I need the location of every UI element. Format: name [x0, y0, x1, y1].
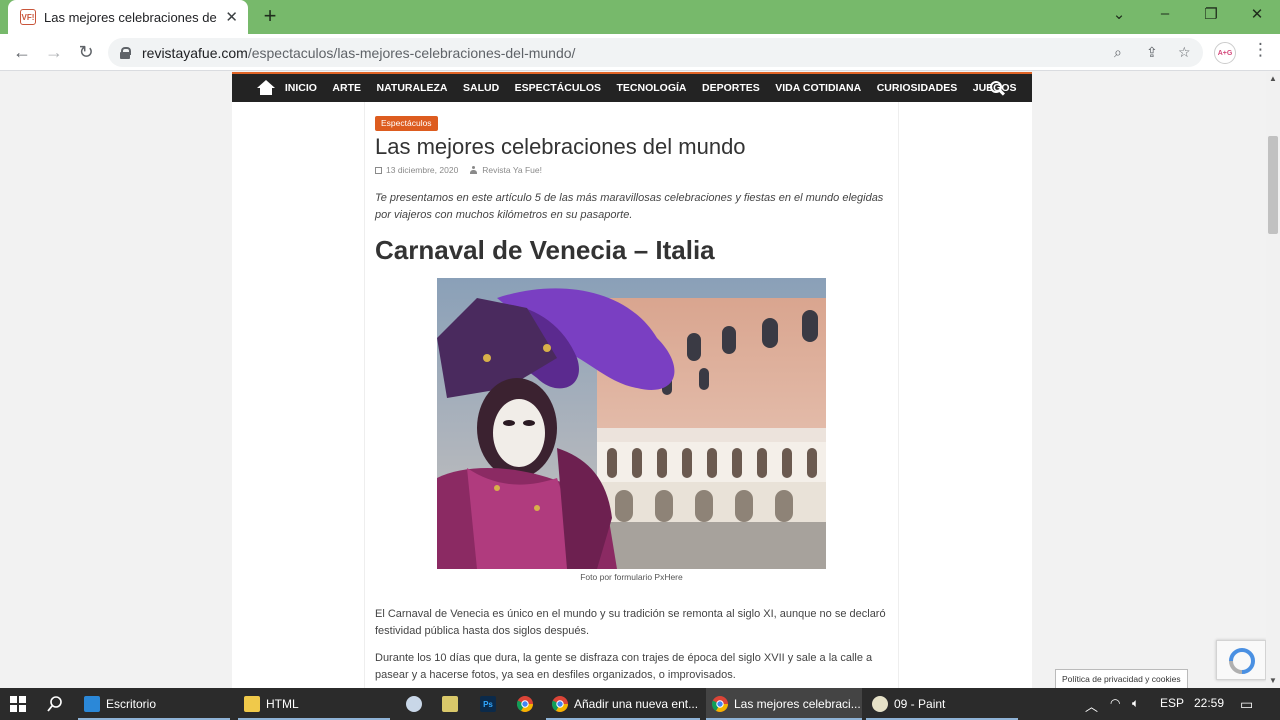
site-favicon-icon: VF!	[20, 9, 36, 25]
article-title: Las mejores celebraciones del mundo	[375, 134, 746, 159]
nav-item-vida-cotidiana[interactable]: VIDA COTIDIANA	[775, 82, 861, 94]
tab-title: Las mejores celebraciones del mu	[44, 9, 217, 25]
search-icon[interactable]	[47, 688, 63, 720]
app-icon-pinned[interactable]	[406, 688, 422, 720]
share-icon[interactable]: ⇪	[1146, 44, 1158, 61]
tray-chevron-icon[interactable]: ︿	[1085, 696, 1098, 715]
article-author[interactable]: Revista Ya Fue!	[482, 165, 542, 175]
nav-item-salud[interactable]: SALUD	[463, 82, 499, 94]
nav-item-deportes[interactable]: DEPORTES	[702, 82, 760, 94]
article-paragraph: El Carnaval de Venecia es único en el mu…	[375, 608, 886, 637]
section-heading: Carnaval de Venecia – Italia	[375, 235, 715, 265]
clock[interactable]: 22:59	[1194, 696, 1224, 710]
reload-icon[interactable]: ↻	[75, 41, 97, 63]
address-bar[interactable]: revistayafue.com/espectaculos/las-mejore…	[108, 38, 1203, 67]
bookmark-star-icon[interactable]: ☆	[1178, 44, 1191, 61]
nav-item-naturaleza[interactable]: NATURALEZA	[377, 82, 448, 94]
calendar-icon	[375, 166, 382, 174]
nav-item-espectaculos[interactable]: ESPECTÁCULOS	[515, 82, 601, 94]
nav-item-curiosidades[interactable]: CURIOSIDADES	[877, 82, 958, 94]
lock-icon[interactable]	[120, 46, 131, 59]
minimize-button[interactable]: –	[1153, 5, 1177, 22]
browser-menu-icon[interactable]: ⋮	[1252, 40, 1269, 60]
article-paragraph: Durante los 10 días que dura, la gente s…	[375, 652, 873, 681]
paint-icon	[872, 696, 888, 712]
taskbar-button-label: Añadir una nueva ent...	[574, 697, 699, 711]
article-date[interactable]: 13 diciembre, 2020	[386, 165, 458, 175]
chrome-icon[interactable]	[517, 688, 533, 720]
forward-arrow-icon[interactable]: →	[43, 41, 65, 63]
url-text[interactable]: revistayafue.com/espectaculos/las-mejore…	[142, 45, 575, 61]
photo-caption: Foto por formulario PxHere	[580, 572, 683, 582]
windows-taskbar: Escritorio HTML Ps Añadir una nueva ent.…	[0, 688, 1280, 720]
taskbar-button-label: Las mejores celebraci...	[734, 697, 861, 711]
browser-toolbar: ← → ↻ revistayafue.com/espectaculos/las-…	[0, 34, 1280, 71]
recaptcha-badge[interactable]	[1216, 640, 1266, 680]
article-meta: 13 diciembre, 2020 Revista Ya Fue!	[375, 165, 542, 175]
taskbar-button-label: 09 - Paint	[894, 697, 946, 711]
scroll-up-arrow-icon[interactable]: ▲	[1269, 74, 1277, 83]
user-icon	[470, 166, 478, 174]
taskbar-button-escritorio[interactable]: Escritorio	[78, 688, 230, 720]
browser-tab-active[interactable]: VF! Las mejores celebraciones del mu ✕	[8, 0, 248, 34]
home-icon[interactable]	[257, 80, 275, 96]
taskbar-button-chrome-window-2[interactable]: Las mejores celebraci...	[706, 688, 862, 720]
nav-item-arte[interactable]: ARTE	[332, 82, 361, 94]
nav-item-inicio[interactable]: INICIO	[285, 82, 317, 94]
new-tab-button[interactable]: +	[258, 5, 282, 29]
network-icon[interactable]: ◠	[1110, 696, 1120, 710]
taskbar-button-label: HTML	[266, 697, 299, 711]
article-intro: Te presentamos en este artículo 5 de las…	[375, 192, 884, 221]
site-navigation: INICIO ARTE NATURALEZA SALUD ESPECTÁCULO…	[232, 72, 1032, 102]
desktop-icon	[84, 696, 100, 712]
back-arrow-icon[interactable]: ←	[11, 41, 33, 63]
taskbar-button-html[interactable]: HTML	[238, 688, 390, 720]
category-badge[interactable]: Espectáculos	[375, 116, 438, 131]
browser-tabstrip: VF! Las mejores celebraciones del mu ✕ +…	[0, 0, 1280, 34]
privacy-cookies-button[interactable]: Política de privacidad y cookies	[1055, 669, 1188, 688]
chrome-icon	[712, 696, 728, 712]
chrome-icon	[552, 696, 568, 712]
volume-icon[interactable]: 🔈︎	[1132, 696, 1139, 711]
nav-item-tecnologia[interactable]: TECNOLOGÍA	[617, 82, 687, 94]
input-language[interactable]: ESP	[1160, 696, 1184, 710]
tab-close-icon[interactable]: ✕	[225, 8, 238, 26]
photoshop-icon[interactable]: Ps	[480, 688, 496, 720]
taskbar-button-chrome-window-1[interactable]: Añadir una nueva ent...	[546, 688, 700, 720]
taskbar-button-paint[interactable]: 09 - Paint	[866, 688, 1018, 720]
notifications-icon[interactable]: ▭	[1240, 696, 1253, 713]
notepad-icon[interactable]	[442, 688, 458, 720]
page-viewport: INICIO ARTE NATURALEZA SALUD ESPECTÁCULO…	[0, 72, 1266, 688]
zoom-icon[interactable]: ⌕	[1114, 44, 1122, 61]
scrollbar-thumb[interactable]	[1268, 136, 1278, 234]
search-icon[interactable]	[990, 81, 1004, 95]
close-window-button[interactable]: ✕	[1245, 5, 1269, 23]
taskbar-button-label: Escritorio	[106, 697, 157, 711]
tab-search-chevron-icon[interactable]: ⌄	[1107, 5, 1131, 23]
profile-avatar[interactable]: A+G	[1214, 42, 1236, 64]
windows-start-icon[interactable]	[10, 688, 26, 720]
folder-icon	[244, 696, 260, 712]
restore-button[interactable]: ❐	[1199, 5, 1223, 23]
carnival-photo	[437, 278, 826, 569]
scroll-down-arrow-icon[interactable]: ▼	[1269, 676, 1277, 685]
